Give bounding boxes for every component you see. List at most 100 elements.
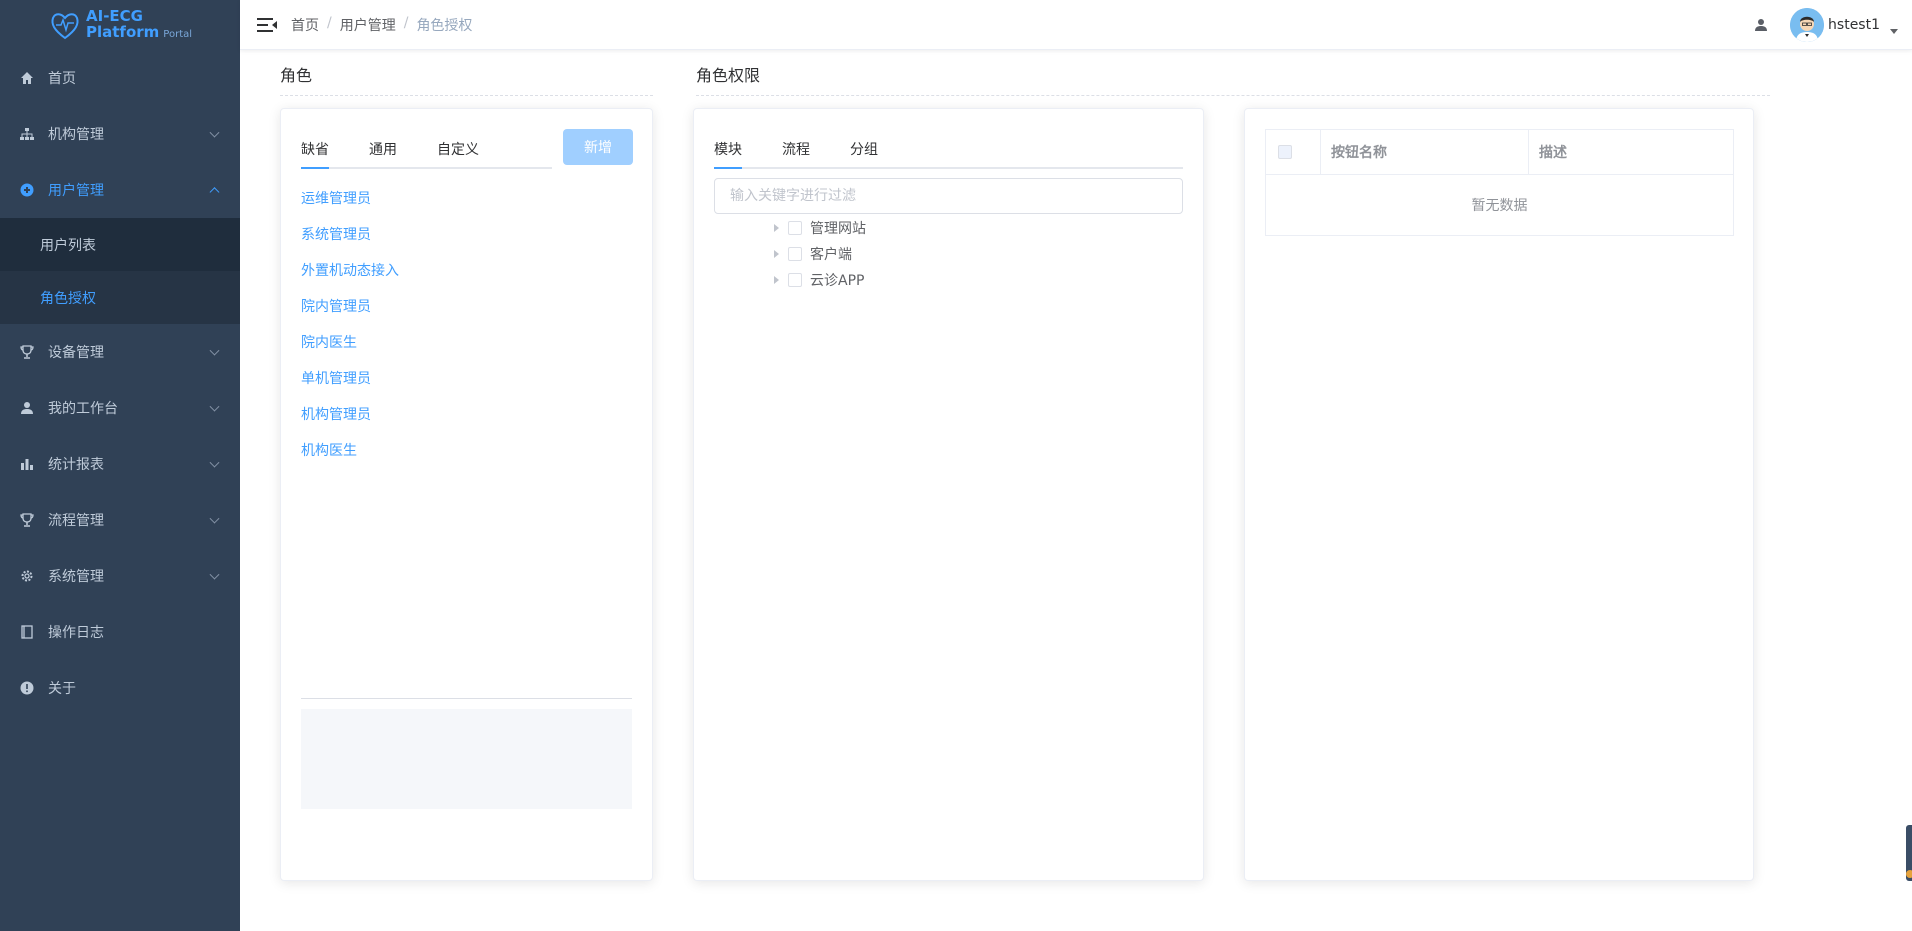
logo[interactable]: AI-ECG Platform Portal <box>0 0 240 50</box>
breadcrumb-current: 角色授权 <box>416 17 473 34</box>
tab-module[interactable]: 模块 <box>714 139 742 169</box>
tree-node[interactable]: 管理网站 <box>774 215 866 241</box>
sidebar-subitem-label: 角色授权 <box>40 290 96 307</box>
role-item[interactable]: 机构管理员 <box>301 397 399 433</box>
chevron-up-icon <box>209 187 220 198</box>
tree-node-label: 云诊APP <box>810 273 865 289</box>
breadcrumb-separator: / <box>327 14 332 31</box>
sidebar-item-workbench[interactable]: 我的工作台 <box>0 380 240 436</box>
side-drawer-dot[interactable] <box>1906 870 1912 878</box>
permission-filter-input[interactable] <box>714 178 1183 214</box>
role-item[interactable]: 院内管理员 <box>301 289 399 325</box>
button-table: 按钮名称 描述 暂无数据 <box>1265 129 1734 236</box>
role-item[interactable]: 运维管理员 <box>301 181 399 217</box>
roles-tabs: 缺省 通用 自定义 <box>301 139 552 169</box>
logo-line2: Platform <box>86 22 160 41</box>
roles-card-divider <box>301 698 632 699</box>
sidebar-item-label: 我的工作台 <box>48 401 118 417</box>
permission-tree: 管理网站 客户端 云诊APP <box>774 215 866 293</box>
sidebar-item-label: 首页 <box>48 71 76 87</box>
sidebar-item-label: 设备管理 <box>48 345 104 361</box>
hamburger-toggle-icon[interactable] <box>257 17 277 33</box>
breadcrumb-home[interactable]: 首页 <box>291 15 319 35</box>
tree-node-checkbox[interactable] <box>788 221 802 235</box>
sidebar-item-oplog[interactable]: 操作日志 <box>0 604 240 660</box>
sidebar-subitem-user-list[interactable]: 用户列表 <box>0 218 240 271</box>
username[interactable]: hstest1 <box>1828 17 1880 33</box>
tree-node-checkbox[interactable] <box>788 273 802 287</box>
gear-icon <box>20 569 34 583</box>
permissions-section-title: 角色权限 <box>696 66 761 85</box>
breadcrumb: 首页 / 用户管理 / 角色授权 <box>291 15 472 35</box>
sidebar-item-about[interactable]: 关于 <box>0 660 240 716</box>
sidebar-item-label: 统计报表 <box>48 457 104 473</box>
roles-card: 缺省 通用 自定义 新增 运维管理员 系统管理员 外置机动态接入 院内管理员 院… <box>280 108 653 881</box>
tree-node[interactable]: 云诊APP <box>774 267 866 293</box>
roles-section-title: 角色 <box>280 66 313 85</box>
tab-custom[interactable]: 自定义 <box>437 139 479 167</box>
logo-text: AI-ECG Platform Portal <box>86 8 192 43</box>
sidebar-item-label: 流程管理 <box>48 513 104 529</box>
sidebar-item-home[interactable]: 首页 <box>0 50 240 106</box>
role-item[interactable]: 院内医生 <box>301 325 399 361</box>
tab-group[interactable]: 分组 <box>850 139 878 167</box>
role-item[interactable]: 单机管理员 <box>301 361 399 397</box>
chevron-down-icon <box>209 457 220 468</box>
user-manage-icon <box>20 183 34 197</box>
avatar[interactable] <box>1790 8 1825 42</box>
role-item[interactable]: 机构医生 <box>301 433 399 469</box>
caret-right-icon[interactable] <box>774 276 779 284</box>
org-tree-icon <box>20 127 34 141</box>
sidebar-item-org[interactable]: 机构管理 <box>0 106 240 162</box>
role-list: 运维管理员 系统管理员 外置机动态接入 院内管理员 院内医生 单机管理员 机构管… <box>301 181 399 469</box>
breadcrumb-user-manage[interactable]: 用户管理 <box>340 15 396 35</box>
sidebar: AI-ECG Platform Portal 首页 机构管理 用户管理 用户列表 … <box>0 0 240 931</box>
breadcrumb-separator: / <box>403 14 409 31</box>
tree-node[interactable]: 客户端 <box>774 241 866 267</box>
sidebar-item-label: 系统管理 <box>48 569 104 585</box>
caret-right-icon[interactable] <box>774 224 779 232</box>
sidebar-subitem-label: 用户列表 <box>40 237 96 254</box>
sidebar-item-label: 操作日志 <box>48 625 104 641</box>
sidebar-subitem-role-auth[interactable]: 角色授权 <box>0 271 240 324</box>
select-all-checkbox[interactable] <box>1278 145 1292 159</box>
sidebar-item-label: 关于 <box>48 681 76 697</box>
sidebar-item-user-manage[interactable]: 用户管理 <box>0 162 240 218</box>
chevron-down-icon <box>209 127 220 138</box>
tree-node-checkbox[interactable] <box>788 247 802 261</box>
role-item[interactable]: 系统管理员 <box>301 217 399 253</box>
sidebar-item-reports[interactable]: 统计报表 <box>0 436 240 492</box>
sidebar-item-device[interactable]: 设备管理 <box>0 324 240 380</box>
permissions-tabs: 模块 流程 分组 <box>714 139 1183 169</box>
select-all-cell <box>1266 130 1321 174</box>
notebook-icon <box>20 625 34 639</box>
add-role-button[interactable]: 新增 <box>563 129 633 165</box>
info-icon <box>20 681 34 695</box>
sidebar-item-label: 用户管理 <box>48 183 104 199</box>
sidebar-item-system[interactable]: 系统管理 <box>0 548 240 604</box>
sidebar-item-process[interactable]: 流程管理 <box>0 492 240 548</box>
chevron-down-icon <box>209 401 220 412</box>
user-manage-submenu: 用户列表 角色授权 <box>0 218 240 324</box>
home-icon <box>20 71 34 85</box>
user-profile-icon[interactable] <box>1754 18 1768 32</box>
column-header-description: 描述 <box>1539 145 1567 161</box>
tab-process[interactable]: 流程 <box>782 139 810 167</box>
column-header-button-name: 按钮名称 <box>1321 130 1529 174</box>
table-header: 按钮名称 描述 <box>1266 130 1733 175</box>
tab-default[interactable]: 缺省 <box>301 139 329 169</box>
person-icon <box>20 401 34 415</box>
chevron-down-icon <box>209 569 220 580</box>
tab-common[interactable]: 通用 <box>369 139 397 167</box>
logo-line2-sub: Portal <box>163 28 193 40</box>
caret-down-icon[interactable] <box>1890 28 1898 34</box>
role-detail-area <box>301 709 632 809</box>
main-content: 角色 缺省 通用 自定义 新增 运维管理员 系统管理员 外置机动态接入 院内管理… <box>240 50 1912 931</box>
role-item[interactable]: 外置机动态接入 <box>301 253 399 289</box>
tree-node-label: 客户端 <box>810 247 852 263</box>
tree-node-label: 管理网站 <box>810 221 866 237</box>
top-navbar: 首页 / 用户管理 / 角色授权 hstest1 <box>240 0 1912 50</box>
sidebar-item-label: 机构管理 <box>48 127 104 143</box>
caret-right-icon[interactable] <box>774 250 779 258</box>
header-right-menu: hstest1 <box>1754 0 1898 50</box>
